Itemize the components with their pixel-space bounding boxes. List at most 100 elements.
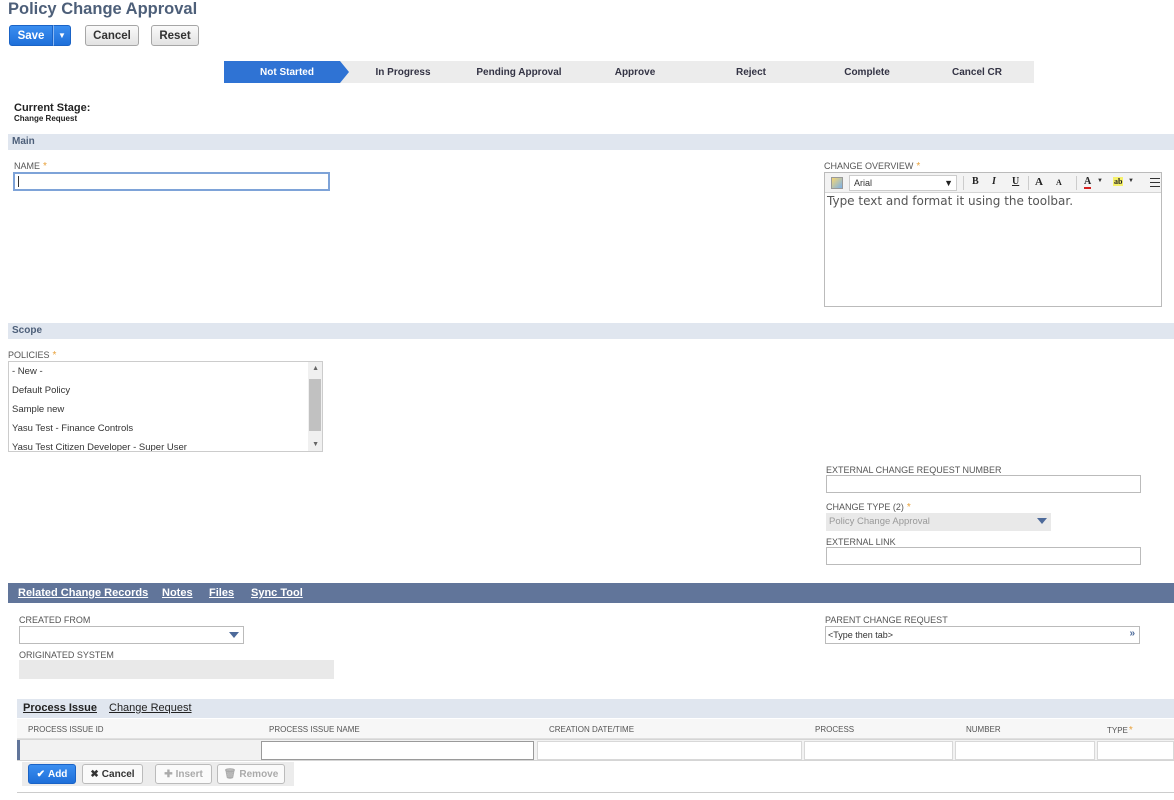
trash-icon: 🗑: [223, 768, 237, 780]
column-header[interactable]: CREATION DATE/TIME: [549, 725, 634, 734]
grid-header: PROCESS ISSUE ID PROCESS ISSUE NAME CREA…: [17, 719, 1174, 739]
list-item[interactable]: Sample new: [9, 400, 322, 419]
remove-button[interactable]: 🗑 Remove: [217, 764, 285, 784]
check-icon: ✔: [36, 768, 45, 780]
stage-progress-bar: Not Started In Progress Pending Approval…: [224, 61, 1034, 83]
change-type-value: Policy Change Approval: [829, 516, 930, 527]
font-shrink-icon[interactable]: A: [1056, 178, 1062, 187]
change-overview-label: CHANGE OVERVIEW *: [824, 161, 921, 172]
section-main: Main: [8, 134, 1174, 150]
type-cell[interactable]: [1097, 741, 1174, 760]
toolbar-divider: [1076, 176, 1077, 190]
scrollbar[interactable]: ▲ ▼: [308, 362, 322, 451]
process-cell[interactable]: [804, 741, 953, 760]
policies-listbox[interactable]: - New - Default Policy Sample new Yasu T…: [8, 361, 323, 452]
creation-date-cell[interactable]: [537, 741, 802, 760]
chevron-down-icon: [229, 632, 239, 638]
stage-reject[interactable]: Reject: [688, 61, 814, 83]
format-icon[interactable]: [831, 177, 843, 189]
chevron-down-icon: [1037, 518, 1047, 524]
save-button-group[interactable]: Save ▼: [9, 25, 71, 46]
change-type-select[interactable]: Policy Change Approval: [826, 513, 1051, 531]
external-cr-field[interactable]: [826, 475, 1141, 493]
column-header[interactable]: PROCESS ISSUE NAME: [269, 725, 360, 734]
list-item[interactable]: Yasu Test - Finance Controls: [9, 419, 322, 438]
policies-label: POLICIES *: [8, 350, 57, 361]
stage-cancel-cr[interactable]: Cancel CR: [920, 61, 1034, 83]
section-scope: Scope: [8, 323, 1174, 339]
stage-complete[interactable]: Complete: [804, 61, 930, 83]
save-button[interactable]: Save: [9, 25, 53, 46]
scroll-down-icon[interactable]: ▼: [312, 441, 319, 448]
created-from-select[interactable]: [19, 626, 244, 644]
grid-cancel-button[interactable]: ✖ Cancel: [82, 764, 143, 784]
stage-in-progress[interactable]: In Progress: [340, 61, 466, 83]
list-item[interactable]: Yasu Test Citizen Developer - Super User: [9, 438, 322, 451]
plus-icon: ✚: [164, 768, 173, 780]
tab-sync-tool[interactable]: Sync Tool: [251, 587, 303, 599]
highlight-icon[interactable]: ab: [1113, 177, 1124, 186]
list-item[interactable]: - New -: [9, 362, 322, 381]
column-header[interactable]: TYPE*: [1107, 725, 1133, 736]
subtab-process-issue[interactable]: Process Issue: [23, 702, 97, 714]
parent-cr-placeholder: <Type then tab>: [828, 630, 894, 640]
list-item[interactable]: Default Policy: [9, 381, 322, 400]
tab-related-change-records[interactable]: Related Change Records: [18, 587, 148, 599]
stage-not-started[interactable]: Not Started: [224, 61, 350, 83]
column-header[interactable]: PROCESS ISSUE ID: [28, 725, 104, 734]
external-link-field[interactable]: [826, 547, 1141, 565]
editor-toolbar: Arial ▼ B I U A A A ▼ ab ▼: [825, 173, 1161, 193]
reset-button[interactable]: Reset: [151, 25, 199, 46]
stage-pending-approval[interactable]: Pending Approval: [456, 61, 582, 83]
name-field[interactable]: [13, 172, 330, 191]
chevron-down-icon[interactable]: ▼: [1097, 178, 1103, 184]
divider: [17, 792, 1174, 793]
toolbar-divider: [1028, 176, 1029, 190]
subtab-change-request[interactable]: Change Request: [109, 702, 192, 714]
grid-subtabs: Process Issue Change Request: [17, 699, 1174, 718]
chevron-down-icon[interactable]: ▼: [1128, 178, 1134, 184]
column-header[interactable]: PROCESS: [815, 725, 854, 734]
change-overview-editor[interactable]: Arial ▼ B I U A A A ▼ ab ▼ Type text and …: [824, 172, 1162, 307]
process-issue-name-cell[interactable]: [261, 741, 534, 760]
originated-system-field: [19, 660, 334, 679]
parent-cr-label: PARENT CHANGE REQUEST: [825, 615, 948, 625]
font-grow-icon[interactable]: A: [1035, 176, 1043, 188]
change-type-label: CHANGE TYPE (2) *: [826, 502, 911, 513]
underline-icon[interactable]: U: [1012, 176, 1019, 187]
subrecord-tabbar: Related Change Records Notes Files Sync …: [8, 583, 1174, 603]
parent-cr-field[interactable]: <Type then tab> »: [825, 626, 1140, 644]
external-cr-label: EXTERNAL CHANGE REQUEST NUMBER: [826, 465, 1002, 475]
number-cell[interactable]: [955, 741, 1095, 760]
current-stage-label: Current Stage:: [14, 102, 91, 114]
italic-icon[interactable]: I: [992, 176, 996, 187]
created-from-label: CREATED FROM: [19, 615, 91, 625]
scroll-up-icon[interactable]: ▲: [312, 365, 319, 372]
insert-button[interactable]: ✚ Insert: [155, 764, 212, 784]
text-color-icon[interactable]: A: [1084, 176, 1092, 189]
save-menu-button[interactable]: ▼: [53, 25, 71, 46]
tab-notes[interactable]: Notes: [162, 587, 193, 599]
current-stage-value: Change Request: [14, 114, 78, 123]
align-icon[interactable]: [1150, 178, 1160, 187]
external-link-label: EXTERNAL LINK: [826, 537, 896, 547]
originated-system-label: ORIGINATED SYSTEM: [19, 650, 114, 660]
font-select[interactable]: Arial ▼: [849, 175, 957, 191]
close-icon: ✖: [90, 768, 99, 780]
row-marker: [17, 740, 20, 760]
caret-down-icon: ▼: [58, 31, 66, 40]
column-header[interactable]: NUMBER: [966, 725, 1001, 734]
editor-placeholder: Type text and format it using the toolba…: [827, 194, 1074, 208]
double-chevron-down-icon[interactable]: »: [1129, 628, 1135, 639]
grid-edit-row: [17, 739, 1174, 761]
grid-button-bar: ✔ Add ✖ Cancel ✚ Insert 🗑 Remove: [22, 762, 294, 786]
toolbar-divider: [963, 176, 964, 190]
page-title: Policy Change Approval: [8, 0, 198, 18]
stage-approve[interactable]: Approve: [572, 61, 698, 83]
add-button[interactable]: ✔ Add: [28, 764, 76, 784]
cancel-button[interactable]: Cancel: [85, 25, 139, 46]
scroll-thumb[interactable]: [309, 379, 321, 431]
bold-icon[interactable]: B: [972, 176, 979, 187]
name-label: NAME *: [14, 161, 47, 172]
tab-files[interactable]: Files: [209, 587, 234, 599]
